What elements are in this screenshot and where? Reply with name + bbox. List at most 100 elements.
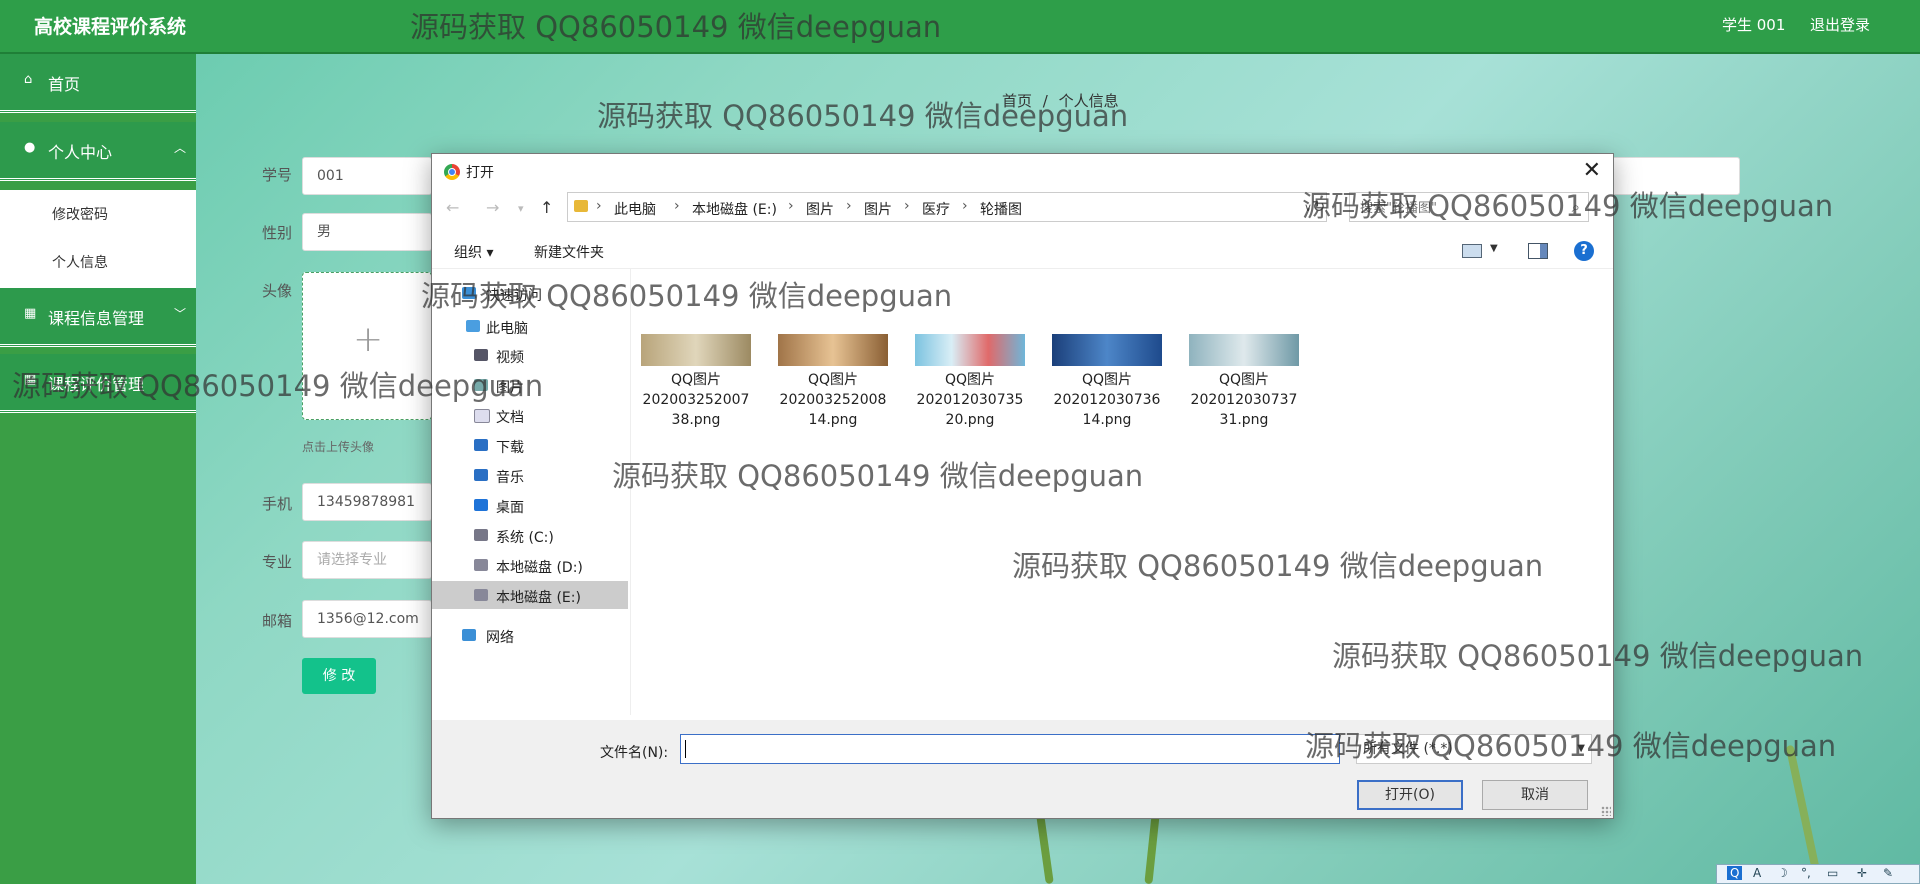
ime-mode-icon[interactable]: A xyxy=(1753,866,1761,880)
dialog-navbar: ← → ▾ ↑ › 此电脑 › 本地磁盘 (E:) › 图片 › 图片 › 医疗… xyxy=(432,192,1613,226)
sidebar-item-label: 课程评价管理 xyxy=(48,375,145,394)
avatar-upload[interactable]: + xyxy=(302,272,432,420)
star-icon xyxy=(462,287,476,299)
filename-input[interactable] xyxy=(680,734,1340,764)
filetype-select[interactable]: 所有文件 (*.*) ▼ xyxy=(1356,734,1592,764)
path-segment[interactable]: 轮播图 xyxy=(980,199,1022,219)
file-list: QQ图片 202003252007 38.png QQ图片 202003252008 1… xyxy=(631,269,1611,715)
address-bar[interactable]: › 此电脑 › 本地磁盘 (E:) › 图片 › 图片 › 医疗 › 轮播图 ∨ xyxy=(567,192,1327,222)
new-folder-button[interactable]: 新建文件夹 xyxy=(534,242,604,262)
ime-settings-icon[interactable]: ✎ xyxy=(1883,866,1893,880)
tree-item-quick-access[interactable]: 快速访问 xyxy=(432,279,628,307)
sidebar-item-course-info[interactable]: ▦ 课程信息管理 ﹀ xyxy=(0,288,196,347)
file-name: QQ图片 202003252007 38.png xyxy=(642,372,750,428)
dialog-toolbar: 组织 ▾ 新建文件夹 ▼ ? xyxy=(432,234,1613,269)
path-segment[interactable]: 图片 xyxy=(806,199,834,219)
sidebar-subitem-profile[interactable]: 个人信息 xyxy=(52,252,108,272)
chevron-down-icon[interactable]: ∨ xyxy=(1304,201,1312,214)
path-segment[interactable]: 医疗 xyxy=(922,199,950,219)
gender-select[interactable]: 男 xyxy=(302,213,432,251)
close-icon[interactable]: ✕ xyxy=(1583,158,1601,183)
email-input[interactable]: 1356@12.com xyxy=(302,600,432,638)
chevron-down-icon: ▼ xyxy=(1577,743,1585,754)
phone-input[interactable]: 13459878981 xyxy=(302,483,432,521)
logout-link[interactable]: 退出登录 xyxy=(1810,14,1870,35)
tree-item-this-pc[interactable]: 此电脑 xyxy=(432,312,628,340)
file-item[interactable]: QQ图片 202003252007 38.png xyxy=(631,324,751,434)
sidebar-item-course-eval[interactable]: ▦ 课程评价管理 xyxy=(0,354,196,413)
chevron-down-icon[interactable]: ▼ xyxy=(1490,243,1498,254)
file-item[interactable]: QQ图片 202003252008 14.png xyxy=(768,324,888,434)
app-title: 高校课程评价系统 xyxy=(34,16,187,38)
tree-item-downloads[interactable]: 下载 xyxy=(432,431,628,459)
preview-pane-icon[interactable] xyxy=(1528,243,1548,259)
file-item[interactable]: QQ图片 202012030737 31.png xyxy=(1179,324,1299,434)
tree-item-label: 桌面 xyxy=(496,500,524,516)
up-arrow-icon[interactable]: ↑ xyxy=(540,198,553,217)
open-button[interactable]: 打开(O) xyxy=(1357,780,1463,810)
tree-item-documents[interactable]: 文档 xyxy=(432,401,628,429)
dialog-footer: 文件名(N): 所有文件 (*.*) ▼ 打开(O) 取消 xyxy=(432,720,1613,818)
ime-width-icon[interactable]: ☽ xyxy=(1777,866,1788,880)
chrome-icon xyxy=(444,164,460,180)
sidebar: ⌂ 首页 ● 个人中心 ︿ 修改密码 个人信息 ▦ 课程信息管理 ﹀ ▦ 课程评… xyxy=(0,54,196,884)
submit-button[interactable]: 修 改 xyxy=(302,658,376,694)
sidebar-item-home[interactable]: ⌂ 首页 xyxy=(0,54,196,113)
dialog-titlebar[interactable]: 打开 ✕ xyxy=(432,154,1613,190)
tree-item-drive-c[interactable]: 系统 (C:) xyxy=(432,521,628,549)
user-label: 学生 001 xyxy=(1722,16,1786,34)
back-arrow-icon[interactable]: ← xyxy=(446,198,459,217)
tree-item-label: 本地磁盘 (E:) xyxy=(496,590,581,606)
tree-item-drive-e[interactable]: 本地磁盘 (E:) xyxy=(432,581,628,609)
file-item[interactable]: QQ图片 202012030736 14.png xyxy=(1042,324,1162,434)
file-name: QQ图片 202012030737 31.png xyxy=(1190,372,1298,428)
tree-item-pictures[interactable]: 图片 xyxy=(432,371,628,399)
image-thumbnail xyxy=(641,334,751,366)
major-select[interactable]: 请选择专业 xyxy=(302,541,432,579)
tree-item-drive-d[interactable]: 本地磁盘 (D:) xyxy=(432,551,628,579)
breadcrumb-separator: › xyxy=(788,198,794,214)
search-box[interactable]: ⌕ xyxy=(1349,192,1589,222)
sidebar-subitem-change-password[interactable]: 修改密码 xyxy=(52,204,108,224)
search-input[interactable] xyxy=(1358,197,1562,219)
home-icon: ⌂ xyxy=(24,72,33,87)
recent-chevron-icon[interactable]: ▾ xyxy=(518,202,524,215)
desktop-icon xyxy=(474,499,488,511)
ime-punct-icon[interactable]: °, xyxy=(1801,866,1811,880)
organize-button[interactable]: 组织 ▾ xyxy=(454,242,493,262)
dialog-title: 打开 xyxy=(466,165,494,181)
file-name: QQ图片 202003252008 14.png xyxy=(779,372,887,428)
tree-item-music[interactable]: 音乐 xyxy=(432,461,628,489)
path-segment[interactable]: 此电脑 xyxy=(614,199,656,219)
breadcrumb-separator: › xyxy=(846,198,852,214)
grid-icon: ▦ xyxy=(24,306,37,321)
path-segment[interactable]: 本地磁盘 (E:) xyxy=(692,199,777,219)
student-id-input[interactable]: 001 xyxy=(302,157,432,195)
plus-icon: + xyxy=(353,319,384,360)
filetype-value: 所有文件 (*.*) xyxy=(1363,741,1453,757)
sidebar-item-label: 课程信息管理 xyxy=(48,309,145,328)
ime-tools-icon[interactable]: ✛ xyxy=(1857,866,1867,880)
tree-item-label: 此电脑 xyxy=(486,321,528,337)
filename-label: 文件名(N): xyxy=(600,745,669,761)
view-mode-icon[interactable] xyxy=(1462,244,1482,258)
file-item[interactable]: QQ图片 202012030735 20.png xyxy=(905,324,1025,434)
path-segment[interactable]: 图片 xyxy=(864,199,892,219)
resize-grip-icon[interactable] xyxy=(1601,806,1611,816)
cancel-button[interactable]: 取消 xyxy=(1482,780,1588,810)
tree-item-network[interactable]: 网络 xyxy=(432,621,628,649)
image-thumbnail xyxy=(1189,334,1299,366)
ime-keyboard-icon[interactable]: ▭ xyxy=(1827,866,1838,880)
breadcrumb-home[interactable]: 首页 xyxy=(1002,92,1032,110)
tree-item-videos[interactable]: 视频 xyxy=(432,341,628,369)
ime-toolbar: Q A ☽ °, ▭ ✛ ✎ xyxy=(1716,864,1920,884)
ime-logo-icon[interactable]: Q xyxy=(1727,866,1743,880)
sidebar-item-personal-center[interactable]: ● 个人中心 ︿ xyxy=(0,122,196,181)
video-icon xyxy=(474,349,488,361)
forward-arrow-icon[interactable]: → xyxy=(486,198,499,217)
picture-icon xyxy=(474,379,488,391)
refresh-icon[interactable]: ↻ xyxy=(1312,197,1325,216)
help-icon[interactable]: ? xyxy=(1574,241,1594,261)
tree-item-label: 视频 xyxy=(496,350,524,366)
tree-item-desktop[interactable]: 桌面 xyxy=(432,491,628,519)
